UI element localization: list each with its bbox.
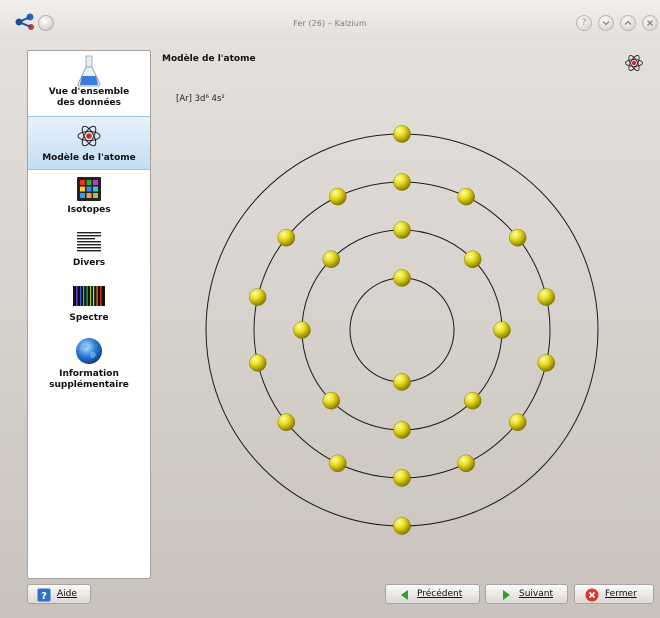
electron: [537, 288, 555, 306]
atom-model-diagram: [205, 125, 599, 535]
electron: [393, 373, 411, 391]
electron: [322, 250, 340, 268]
help-button[interactable]: ? Aide: [27, 584, 91, 604]
misc-lines-icon: [77, 230, 101, 254]
sidebar-item-overview[interactable]: Vue d'ensemble des données: [28, 55, 150, 115]
kalzium-dialog-window: Fer (26) – Kalzium ? Vue d'ensemble des …: [0, 0, 660, 618]
sidebar-item-label-line2: supplémentaire: [49, 380, 129, 390]
sidebar-item-extra-info[interactable]: Information supplémentaire: [28, 335, 150, 395]
atom-icon: [77, 125, 101, 147]
sidebar-page-list: Vue d'ensemble des données Modèle de l'a…: [27, 50, 151, 579]
sidebar-item-label-line2: des données: [56, 98, 122, 108]
minimize-button[interactable]: [598, 15, 614, 31]
next-button-label: Suivant: [519, 589, 553, 599]
electron: [393, 421, 411, 439]
electron: [393, 269, 411, 287]
spectrum-icon: [73, 286, 105, 306]
sidebar-item-label: Modèle de l'atome: [42, 153, 136, 163]
electron: [493, 321, 511, 339]
sidebar-item-spectrum[interactable]: Spectre: [28, 283, 150, 329]
help-icon: ?: [37, 588, 51, 602]
sidebar-item-label: Information: [59, 369, 119, 379]
electron: [293, 321, 311, 339]
close-icon: [647, 20, 653, 26]
sidebar-item-label: Vue d'ensemble: [48, 87, 130, 97]
electron: [509, 229, 527, 247]
isotopes-grid-icon: [77, 177, 101, 201]
electron: [457, 187, 475, 206]
electron: [322, 392, 340, 410]
electron: [277, 413, 295, 431]
electron: [393, 221, 411, 239]
atom-icon: [625, 55, 643, 71]
sidebar-item-label: Spectre: [69, 313, 109, 323]
chevron-up-icon: [624, 20, 632, 25]
title-bar[interactable]: Fer (26) – Kalzium ?: [0, 0, 660, 38]
electron: [393, 173, 411, 191]
electron: [277, 229, 295, 247]
electron: [509, 413, 527, 431]
globe-icon: [76, 338, 102, 364]
electron-shell: [205, 133, 599, 527]
electron: [464, 392, 482, 410]
help-window-button[interactable]: ?: [576, 15, 592, 31]
close-button-label: Fermer: [605, 589, 637, 599]
sidebar-item-atom-model[interactable]: Modèle de l'atome: [28, 116, 150, 170]
close-button[interactable]: Fermer: [574, 584, 654, 604]
sidebar-item-label: Isotopes: [67, 205, 111, 215]
electron-configuration: [Ar] 3d⁶ 4s²: [176, 94, 225, 104]
next-button[interactable]: Suivant: [485, 584, 568, 604]
svg-text:?: ?: [41, 591, 47, 602]
sidebar-item-label: Divers: [72, 258, 106, 268]
electron: [457, 454, 475, 473]
electron: [464, 250, 482, 268]
window-title: Fer (26) – Kalzium: [293, 19, 367, 28]
maximize-button[interactable]: [620, 15, 636, 31]
electron: [393, 517, 411, 535]
sidebar-item-isotopes[interactable]: Isotopes: [28, 175, 150, 221]
electrons: [249, 125, 555, 535]
electron: [329, 187, 347, 206]
chevron-down-icon: [602, 21, 610, 26]
cancel-icon: [585, 588, 599, 602]
previous-button[interactable]: Précédent: [385, 584, 480, 604]
electron: [249, 354, 267, 372]
electron: [393, 125, 411, 143]
electron: [329, 454, 347, 473]
flask-icon: [77, 55, 101, 87]
electron: [393, 469, 411, 487]
help-button-label: Aide: [57, 589, 77, 599]
electron: [537, 354, 555, 372]
page-title: Modèle de l'atome: [162, 54, 256, 64]
electron-shells: [205, 133, 599, 527]
sidebar-item-misc[interactable]: Divers: [28, 228, 150, 274]
electron: [249, 288, 267, 306]
electron-shell: [349, 277, 455, 383]
close-window-button[interactable]: [642, 15, 658, 31]
arrow-left-icon: [401, 590, 408, 600]
previous-button-label: Précédent: [417, 589, 463, 599]
arrow-right-icon: [503, 590, 510, 600]
